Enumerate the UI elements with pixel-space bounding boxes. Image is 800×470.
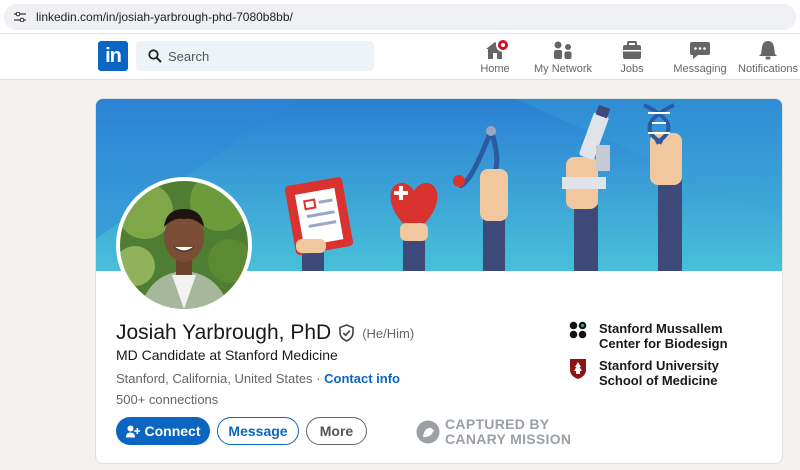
nav-jobs-label: Jobs	[620, 63, 644, 75]
org-stanford-medicine-label: Stanford University School of Medicine	[599, 358, 719, 388]
canary-bird-icon	[416, 420, 440, 444]
nav-home-label: Home	[480, 63, 510, 75]
more-button[interactable]: More	[306, 417, 367, 445]
chat-icon	[690, 42, 710, 59]
message-button[interactable]: Message	[217, 417, 299, 445]
add-person-icon	[125, 425, 140, 437]
search-input[interactable]	[168, 45, 368, 67]
nav-notifications[interactable]: Notifications	[738, 38, 798, 78]
url-field[interactable]: linkedin.com/in/josiah-yarbrough-phd-708…	[4, 4, 796, 30]
org-biodesign-label: Stanford Mussallem Center for Biodesign	[599, 321, 728, 351]
nav-notifications-label: Notifications	[738, 63, 798, 75]
profile-photo-image	[120, 181, 248, 309]
watermark-line-1: CAPTURED BY	[445, 416, 550, 432]
bell-icon	[759, 41, 777, 60]
nav-my-network-label: My Network	[533, 63, 593, 75]
org-biodesign[interactable]: Stanford Mussallem Center for Biodesign	[569, 321, 759, 351]
location-line: Stanford, California, United States · Co…	[116, 371, 400, 386]
nav-messaging-label: Messaging	[673, 63, 727, 75]
search-box[interactable]	[136, 41, 374, 71]
pronouns: (He/Him)	[362, 325, 415, 341]
separator-dot: ·	[316, 371, 321, 386]
nav-jobs[interactable]: Jobs	[612, 38, 652, 78]
profile-name-row: Josiah Yarbrough, PhD (He/Him)	[116, 321, 414, 345]
network-icon	[554, 41, 572, 59]
profile-headline: MD Candidate at Stanford Medicine	[116, 347, 338, 363]
search-icon	[148, 49, 162, 63]
url-text: linkedin.com/in/josiah-yarbrough-phd-708…	[36, 10, 293, 24]
connect-button[interactable]: Connect	[116, 417, 210, 445]
site-settings-icon[interactable]	[14, 12, 26, 22]
notification-badge	[496, 38, 510, 52]
nav-home[interactable]: Home	[474, 38, 516, 78]
verified-shield-icon[interactable]	[338, 324, 355, 342]
browser-address-bar: linkedin.com/in/josiah-yarbrough-phd-708…	[0, 0, 800, 34]
profile-card: Josiah Yarbrough, PhD (He/Him) MD Candid…	[95, 98, 783, 464]
org-stanford-medicine[interactable]: Stanford University School of Medicine	[569, 358, 759, 388]
watermark-line-2: CANARY MISSION	[445, 431, 572, 447]
profile-name: Josiah Yarbrough, PhD	[116, 321, 332, 344]
stanford-seal-icon	[570, 359, 586, 379]
profile-location: Stanford, California, United States	[116, 371, 313, 386]
contact-info-link[interactable]: Contact info	[324, 371, 400, 386]
connections-count[interactable]: 500+ connections	[116, 392, 218, 407]
nav-my-network[interactable]: My Network	[533, 38, 593, 78]
nav-messaging[interactable]: Messaging	[672, 38, 728, 78]
briefcase-icon	[623, 41, 641, 59]
connect-button-label: Connect	[144, 423, 201, 439]
biodesign-logo-icon	[569, 321, 587, 339]
watermark-text: CAPTURED BY CANARY MISSION	[445, 417, 571, 447]
linkedin-logo[interactable]: in	[98, 41, 128, 71]
canary-mission-watermark: CAPTURED BY CANARY MISSION	[416, 417, 571, 447]
top-nav: in Home My Network Jobs	[0, 34, 800, 80]
profile-photo[interactable]	[116, 177, 252, 313]
